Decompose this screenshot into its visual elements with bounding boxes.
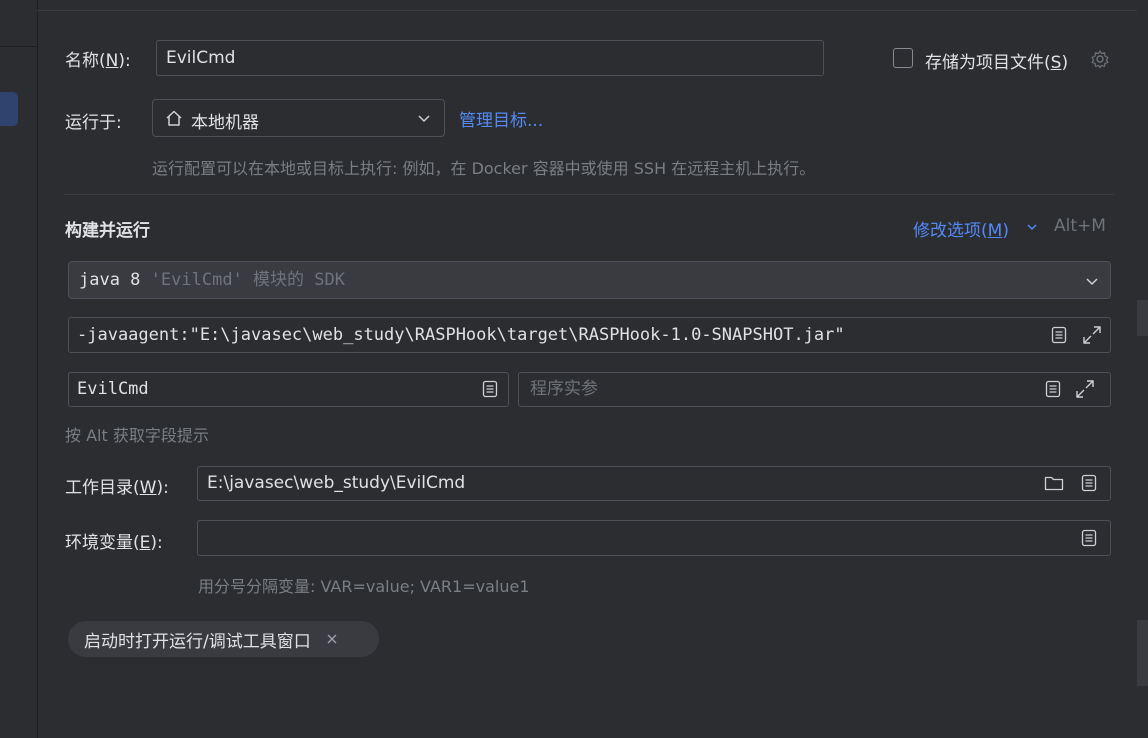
expand-icon[interactable] (1081, 324, 1103, 346)
scrollbar[interactable] (1137, 0, 1148, 738)
modify-options-link[interactable]: 修改选项(M) (913, 216, 1009, 241)
document-icon[interactable] (1078, 472, 1100, 494)
alt-field-hint: 按 Alt 获取字段提示 (65, 426, 209, 445)
left-sidebar (0, 0, 38, 738)
chevron-down-icon (1084, 273, 1100, 289)
folder-icon[interactable] (1043, 472, 1065, 494)
env-vars-hint: 用分号分隔变量: VAR=value; VAR1=value1 (198, 577, 530, 596)
store-as-project-file-label[interactable]: 存储为项目文件(S) (925, 48, 1068, 73)
sidebar-divider (0, 46, 37, 47)
run-on-hint: 运行配置可以在本地或目标上执行: 例如，在 Docker 容器中或使用 SSH … (152, 159, 816, 178)
working-dir-input[interactable]: E:\javasec\web_study\EvilCmd (197, 466, 1111, 501)
document-icon[interactable] (479, 378, 501, 400)
top-divider (37, 0, 1148, 11)
run-on-label: 运行于: (65, 113, 122, 133)
working-dir-value: E:\javasec\web_study\EvilCmd (207, 473, 466, 493)
store-as-project-file-checkbox[interactable] (893, 48, 913, 68)
open-tool-window-chip[interactable]: 启动时打开运行/调试工具窗口 (68, 621, 379, 657)
program-args-input[interactable]: 程序实参 (518, 372, 1111, 407)
chevron-down-icon[interactable] (1024, 219, 1040, 235)
home-icon (164, 108, 184, 128)
program-args-placeholder: 程序实参 (530, 379, 598, 399)
run-on-select[interactable]: 本地机器 (152, 99, 445, 137)
modify-options-shortcut: Alt+M (1054, 216, 1106, 236)
document-icon[interactable] (1078, 527, 1100, 549)
vm-options-value: -javaagent:"E:\javasec\web_study\RASPHoo… (77, 324, 845, 345)
gear-icon[interactable] (1089, 48, 1111, 70)
section-separator (64, 194, 1114, 195)
document-icon[interactable] (1042, 378, 1064, 400)
chevron-down-icon (416, 110, 432, 126)
env-vars-label: 环境变量(E): (65, 533, 163, 553)
vm-options-input[interactable]: -javaagent:"E:\javasec\web_study\RASPHoo… (68, 317, 1111, 353)
expand-icon[interactable] (1074, 378, 1096, 400)
env-vars-input[interactable] (197, 520, 1111, 556)
scrollbar-segment (1137, 620, 1148, 686)
name-label: 名称(N): (65, 51, 131, 71)
main-class-value: EvilCmd (77, 379, 149, 399)
run-on-selected-value: 本地机器 (191, 113, 259, 133)
name-input[interactable]: EvilCmd (156, 40, 824, 76)
main-class-input[interactable]: EvilCmd (68, 372, 509, 407)
build-run-title: 构建并运行 (65, 221, 150, 241)
document-icon[interactable] (1048, 324, 1070, 346)
sdk-select-value: java 8 'EvilCmd' 模块的 SDK (79, 269, 345, 290)
working-dir-label: 工作目录(W): (65, 478, 169, 498)
manage-targets-link[interactable]: 管理目标... (459, 106, 543, 131)
sdk-select[interactable]: java 8 'EvilCmd' 模块的 SDK (68, 261, 1111, 299)
close-icon[interactable] (325, 632, 339, 646)
chip-label: 启动时打开运行/调试工具窗口 (84, 631, 311, 652)
name-input-value: EvilCmd (166, 47, 236, 68)
sidebar-selected-item[interactable] (0, 92, 18, 126)
scrollbar-segment (1137, 300, 1148, 336)
